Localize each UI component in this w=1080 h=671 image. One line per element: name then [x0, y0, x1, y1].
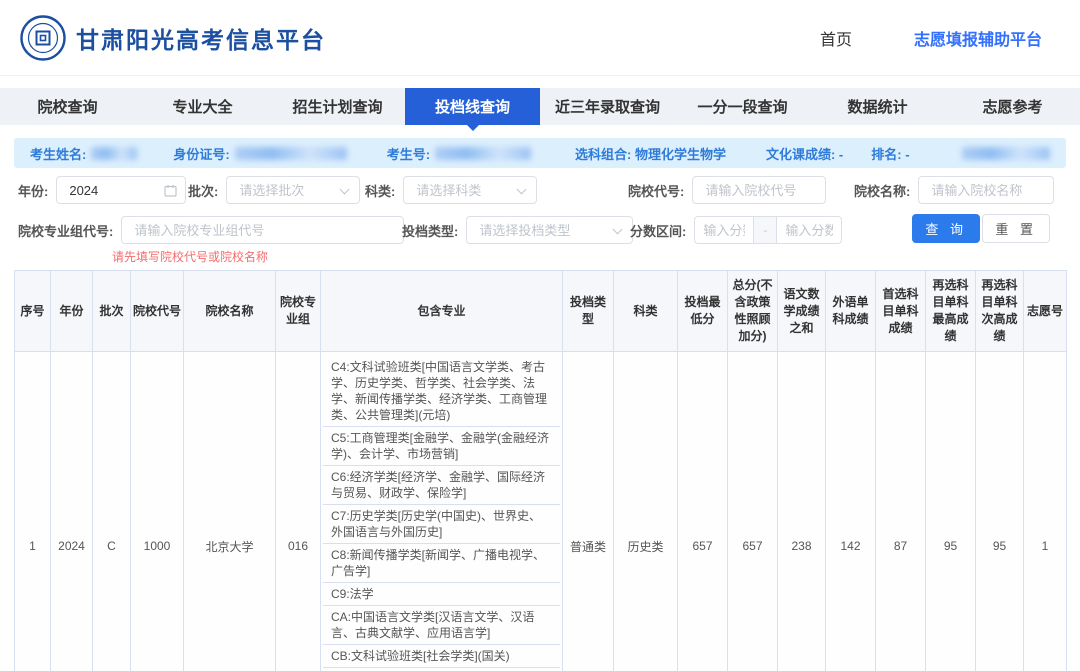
site-title: 甘肃阳光高考信息平台	[76, 21, 326, 55]
cell-majors-list: C4:文科试验班类[中国语言文学类、考古学、历史学类、哲学类、社会学类、法学、新…	[321, 352, 563, 671]
tab-three-year-admission[interactable]: 近三年录取查询	[540, 88, 675, 125]
college-code-input[interactable]	[693, 177, 825, 203]
student-name: 考生姓名:	[30, 144, 137, 163]
cell-college-code: 1000	[131, 352, 184, 671]
col-header-college-name: 院校名称	[184, 271, 276, 352]
cell-subject-type: 历史类	[614, 352, 678, 671]
cell-first-subject: 87	[876, 352, 926, 671]
col-header-batch: 批次	[93, 271, 131, 352]
major-item: CB:文科试验班类[社会学类](国关)	[323, 645, 560, 668]
subject-type-select[interactable]	[404, 177, 536, 203]
filter-hint-text: 请先填写院校代号或院校名称	[112, 248, 268, 265]
tab-data-statistics[interactable]: 数据统计	[810, 88, 945, 125]
main-tabbar: 院校查询 专业大全 招生计划查询 投档线查询 近三年录取查询 一分一段查询 数据…	[0, 88, 1080, 125]
student-info-bar: 考生姓名: 身份证号: 考生号: 选科组合: 物理化学生物学 文化课成绩: - …	[14, 138, 1066, 168]
cell-college-name: 北京大学	[184, 352, 276, 671]
major-item: C6:经济学类[经济学、金融学、国际经济与贸易、财政学、保险学]	[323, 466, 560, 505]
batch-filter: 批次:	[188, 176, 360, 204]
cell-second-next: 95	[976, 352, 1024, 671]
filter-panel: 年份: 批次: 科类: 院校代号: 院校名称:	[14, 168, 1066, 270]
redacted-exam-no-value	[435, 147, 531, 160]
year-input[interactable]	[57, 177, 185, 203]
major-item: C8:新闻传播学类[新闻学、广播电视学、广告学]	[323, 544, 560, 583]
cell-group: 016	[276, 352, 321, 671]
cell-min-score: 657	[678, 352, 728, 671]
score-max-input[interactable]	[777, 217, 841, 243]
col-header-foreign-lang: 外语单科成绩	[826, 271, 876, 352]
col-header-seq: 序号	[15, 271, 51, 352]
tab-major-directory[interactable]: 专业大全	[135, 88, 270, 125]
score-range-filter: 分数区间: -	[630, 216, 842, 244]
search-button[interactable]: 查 询	[912, 214, 980, 243]
redacted-right-value	[962, 147, 1050, 160]
rank: 排名: -	[871, 144, 909, 163]
table-header-row: 序号 年份 批次 院校代号 院校名称 院校专业组 包含专业 投档类型 科类 投档…	[15, 271, 1067, 352]
col-header-year: 年份	[51, 271, 93, 352]
score-range-separator: -	[754, 216, 776, 244]
cell-volunteer-no: 1	[1024, 352, 1067, 671]
cell-admission-type: 普通类	[563, 352, 614, 671]
score-min-input[interactable]	[695, 217, 753, 243]
culture-score: 文化课成绩: -	[766, 144, 843, 163]
subject-type-filter: 科类:	[365, 176, 537, 204]
group-code-input[interactable]	[122, 217, 403, 243]
redacted-id-value	[235, 147, 347, 160]
nav-home-link[interactable]: 首页	[820, 26, 852, 50]
major-item: CA:中国语言文学类[汉语言文学、汉语言、古典文献学、应用语言学]	[323, 606, 560, 645]
site-logo-icon	[20, 15, 66, 61]
nav-assist-platform-link[interactable]: 志愿填报辅助平台	[914, 26, 1042, 50]
table-row: 1 2024 C 1000 北京大学 016 C4:文科试验班类[中国语言文学类…	[15, 352, 1067, 671]
tab-enrollment-plan[interactable]: 招生计划查询	[270, 88, 405, 125]
college-name-filter: 院校名称:	[854, 176, 1054, 204]
top-nav: 首页 志愿填报辅助平台	[820, 26, 1060, 50]
cell-seq: 1	[15, 352, 51, 671]
col-header-volunteer-no: 志愿号	[1024, 271, 1067, 352]
col-header-chinese-math: 语文数学成绩之和	[778, 271, 826, 352]
admission-line-table: 序号 年份 批次 院校代号 院校名称 院校专业组 包含专业 投档类型 科类 投档…	[14, 270, 1067, 671]
subject-combination: 选科组合: 物理化学生物学	[575, 144, 726, 163]
major-item: C5:工商管理类[金融学、金融学(金融经济学)、会计学、市场营销]	[323, 427, 560, 466]
tab-college-query[interactable]: 院校查询	[0, 88, 135, 125]
col-header-second-max: 再选科目单科最高成绩	[926, 271, 976, 352]
cell-batch: C	[93, 352, 131, 671]
col-header-majors: 包含专业	[321, 271, 563, 352]
major-item: C9:法学	[323, 583, 560, 606]
tab-volunteer-reference[interactable]: 志愿参考	[945, 88, 1080, 125]
redacted-name-value	[91, 147, 137, 160]
cell-second-max: 95	[926, 352, 976, 671]
year-filter: 年份:	[18, 176, 186, 204]
cell-foreign-lang: 142	[826, 352, 876, 671]
site-header: 甘肃阳光高考信息平台 首页 志愿填报辅助平台	[0, 0, 1080, 76]
col-header-second-next: 再选科目单科次高成绩	[976, 271, 1024, 352]
cell-year: 2024	[51, 352, 93, 671]
cell-total-score: 657	[728, 352, 778, 671]
cell-chinese-math: 238	[778, 352, 826, 671]
col-header-total-score: 总分(不含政策性照顾加分)	[728, 271, 778, 352]
col-header-subject-type: 科类	[614, 271, 678, 352]
col-header-group: 院校专业组	[276, 271, 321, 352]
col-header-college-code: 院校代号	[131, 271, 184, 352]
col-header-first-subject: 首选科目单科成绩	[876, 271, 926, 352]
col-header-admission-type: 投档类型	[563, 271, 614, 352]
tab-admission-line-query[interactable]: 投档线查询	[405, 88, 540, 125]
group-code-filter: 院校专业组代号:	[18, 216, 404, 244]
student-id-number: 身份证号:	[173, 144, 346, 163]
college-code-filter: 院校代号:	[628, 176, 826, 204]
major-item: C7:历史学类[历史学(中国史)、世界史、外国语言与外国历史]	[323, 505, 560, 544]
admission-type-select[interactable]	[467, 217, 632, 243]
admission-type-filter: 投档类型:	[402, 216, 633, 244]
tab-score-rank[interactable]: 一分一段查询	[675, 88, 810, 125]
college-name-input[interactable]	[919, 177, 1053, 203]
batch-select[interactable]	[227, 177, 359, 203]
col-header-min-score: 投档最低分	[678, 271, 728, 352]
major-item: C4:文科试验班类[中国语言文学类、考古学、历史学类、哲学类、社会学类、法学、新…	[323, 356, 560, 427]
reset-button[interactable]: 重 置	[982, 214, 1050, 243]
student-exam-number: 考生号:	[387, 144, 531, 163]
